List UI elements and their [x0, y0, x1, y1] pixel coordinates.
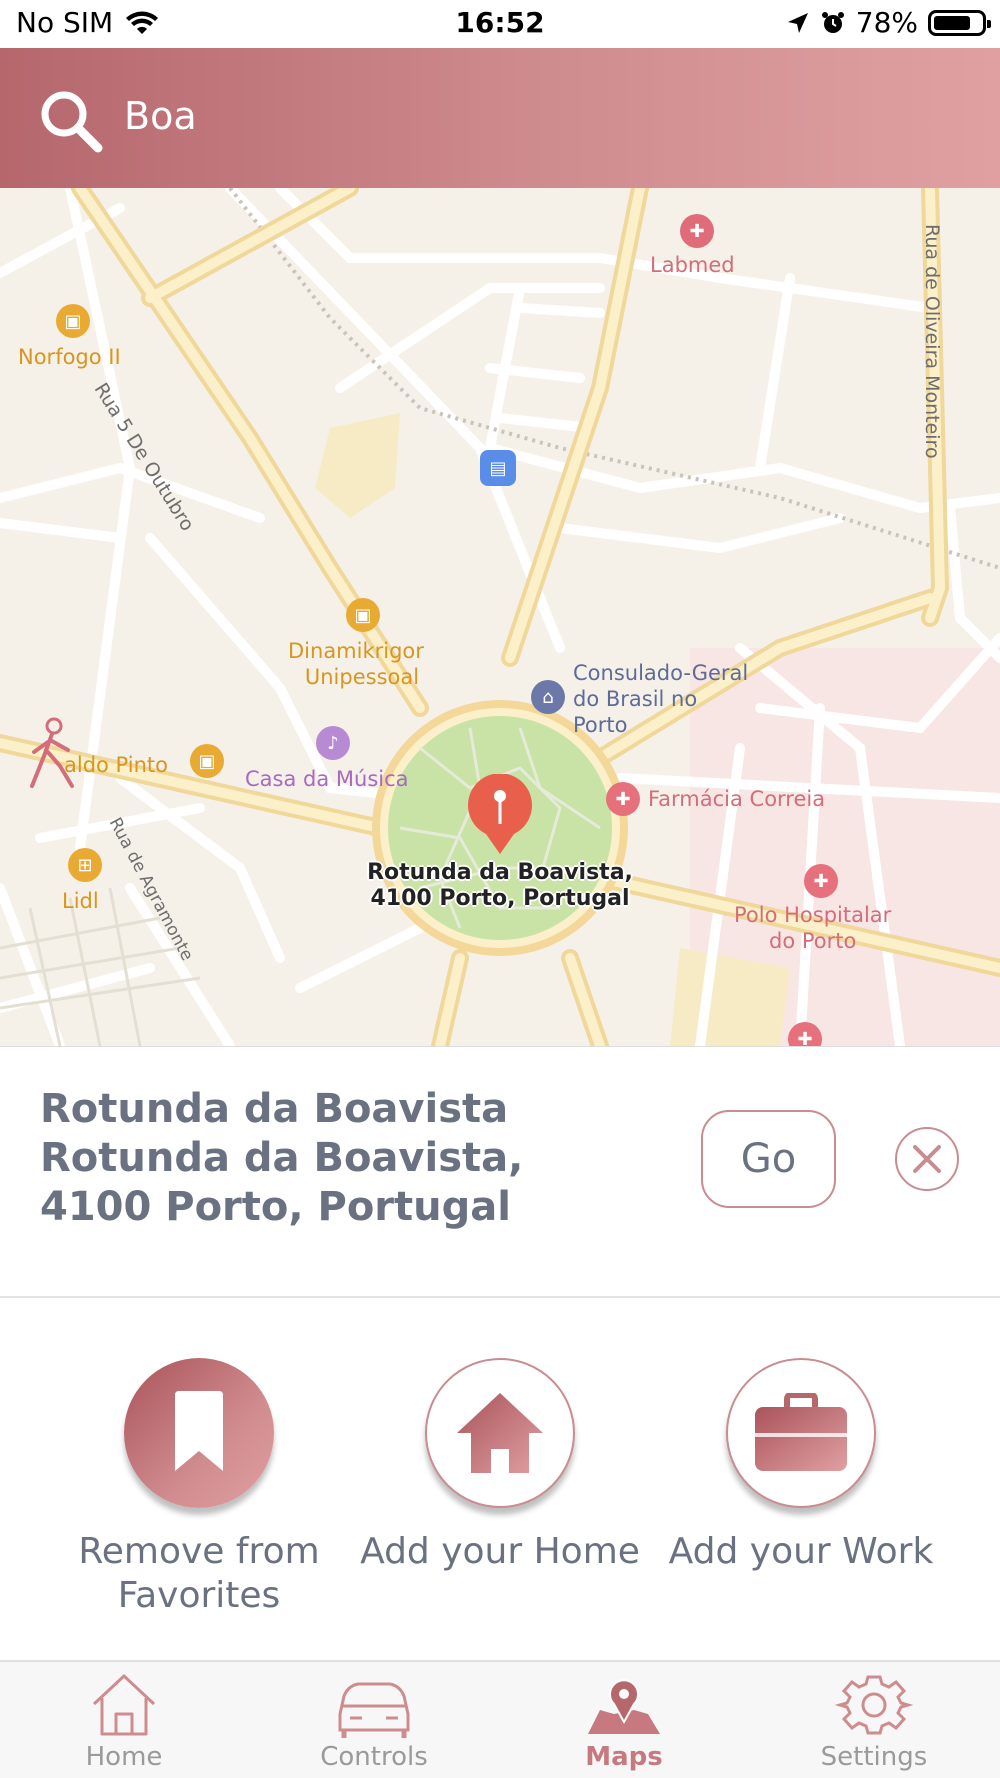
poi-consulado-line1: Consulado-Geral	[573, 661, 749, 685]
briefcase-icon	[755, 1393, 847, 1471]
battery-percent: 78%	[855, 6, 918, 39]
poi-dinamikrigor[interactable]: Dinamikrigor Unipessoal	[288, 638, 424, 690]
add-home-label: Add your Home	[360, 1531, 640, 1572]
poi-consulado[interactable]: Consulado-Geral do Brasil no Porto	[573, 660, 748, 738]
car-icon[interactable]	[334, 1670, 414, 1740]
tab-home-label: Home	[85, 1742, 163, 1772]
add-work-button[interactable]	[726, 1358, 876, 1508]
map-pin-marker[interactable]	[464, 774, 536, 856]
poi-polo-hospitalar[interactable]: Polo Hospitalar do Porto	[734, 902, 891, 954]
home-icon[interactable]	[84, 1670, 164, 1740]
house-icon	[457, 1393, 543, 1473]
street-label-rua-oliveira-monteiro: Rua de Oliveira Monteiro	[921, 224, 943, 459]
pin-label-line1: Rotunda da Boavista,	[367, 860, 633, 885]
poi-lidl[interactable]: Lidl	[62, 888, 99, 914]
poi-consulado-line2: do Brasil no	[573, 687, 698, 711]
location-address: Rotunda da Boavista, 4100 Porto, Portuga…	[40, 1135, 524, 1230]
poi-dinamikrigor-line1: Dinamikrigor	[288, 639, 424, 663]
poi-farmacia-correia[interactable]: Farmácia Correia	[648, 786, 825, 812]
hospital-icon[interactable]: ✚	[804, 864, 838, 898]
remove-favorite-button[interactable]	[124, 1358, 274, 1508]
tab-bar: Home Controls Maps Settings	[0, 1660, 1000, 1778]
location-info: Rotunda da Boavista Rotunda da Boavista,…	[40, 1085, 620, 1232]
alarm-icon	[821, 11, 844, 33]
go-button[interactable]: Go	[701, 1110, 836, 1208]
cart-icon[interactable]: ⊞	[68, 848, 102, 882]
search-bar[interactable]: Boa	[0, 48, 1000, 188]
tab-controls[interactable]: Controls	[284, 1670, 464, 1772]
add-home-shortcut[interactable]: Add your Home	[350, 1358, 650, 1574]
remove-favorite-shortcut[interactable]: Remove from Favorites	[49, 1358, 349, 1618]
remove-favorite-label: Remove from Favorites	[78, 1531, 320, 1616]
map-pin-icon[interactable]	[584, 1670, 664, 1740]
poi-casa-da-musica[interactable]: Casa da Música	[245, 766, 409, 792]
tab-settings-label: Settings	[820, 1742, 928, 1772]
tab-settings[interactable]: Settings	[784, 1670, 964, 1772]
tab-maps-label: Maps	[585, 1742, 663, 1772]
battery-fill	[934, 15, 970, 30]
shopping-bag-icon[interactable]: ▣	[56, 304, 90, 338]
close-icon[interactable]	[897, 1129, 957, 1189]
music-icon[interactable]: ♪	[316, 726, 350, 760]
close-button[interactable]	[895, 1127, 959, 1191]
poi-labmed[interactable]: Labmed	[650, 252, 735, 278]
poi-dinamikrigor-line2: Unipessoal	[304, 665, 420, 689]
pedestrian-icon	[30, 717, 74, 788]
add-work-label: Add your Work	[668, 1531, 934, 1572]
location-title: Rotunda da Boavista	[40, 1086, 509, 1132]
shopping-bag-icon[interactable]: ▣	[346, 598, 380, 632]
battery-icon	[928, 9, 991, 36]
tab-home[interactable]: Home	[34, 1670, 214, 1772]
pharmacy-icon[interactable]: ✚	[606, 782, 640, 816]
gear-icon[interactable]	[834, 1670, 914, 1740]
pin-label-line2: 4100 Porto, Portugal	[370, 886, 630, 911]
poi-norfogo[interactable]: Norfogo II	[18, 344, 121, 370]
poi-polo-line1: Polo Hospitalar	[734, 903, 892, 927]
search-input[interactable]: Boa	[124, 94, 197, 138]
train-icon[interactable]: ▤	[480, 450, 516, 486]
add-home-button[interactable]	[425, 1358, 575, 1508]
status-right: 78%	[786, 6, 991, 39]
status-bar: No SIM 16:52 78%	[0, 0, 1000, 48]
add-work-shortcut[interactable]: Add your Work	[651, 1358, 951, 1574]
favorites-shortcuts: Remove from Favorites Add your Home Add …	[0, 1298, 1000, 1660]
tab-controls-label: Controls	[320, 1742, 428, 1772]
shopping-bag-icon[interactable]: ▣	[190, 744, 224, 778]
poi-consulado-line3: Porto	[573, 713, 628, 737]
map-view[interactable]: Rua 5 De Outubro Rua de Oliveira Monteir…	[0, 188, 1000, 1046]
search-icon[interactable]	[38, 88, 104, 154]
medical-icon[interactable]: ✚	[680, 214, 714, 248]
bookmark-icon	[175, 1391, 223, 1471]
tab-maps[interactable]: Maps	[534, 1670, 714, 1772]
pin-address-label: Rotunda da Boavista, 4100 Porto, Portuga…	[350, 860, 650, 912]
location-info-card: Rotunda da Boavista Rotunda da Boavista,…	[0, 1046, 1000, 1298]
poi-polo-line2: do Porto	[768, 929, 857, 953]
location-arrow-icon	[787, 12, 808, 33]
government-icon[interactable]: ⌂	[531, 680, 565, 714]
